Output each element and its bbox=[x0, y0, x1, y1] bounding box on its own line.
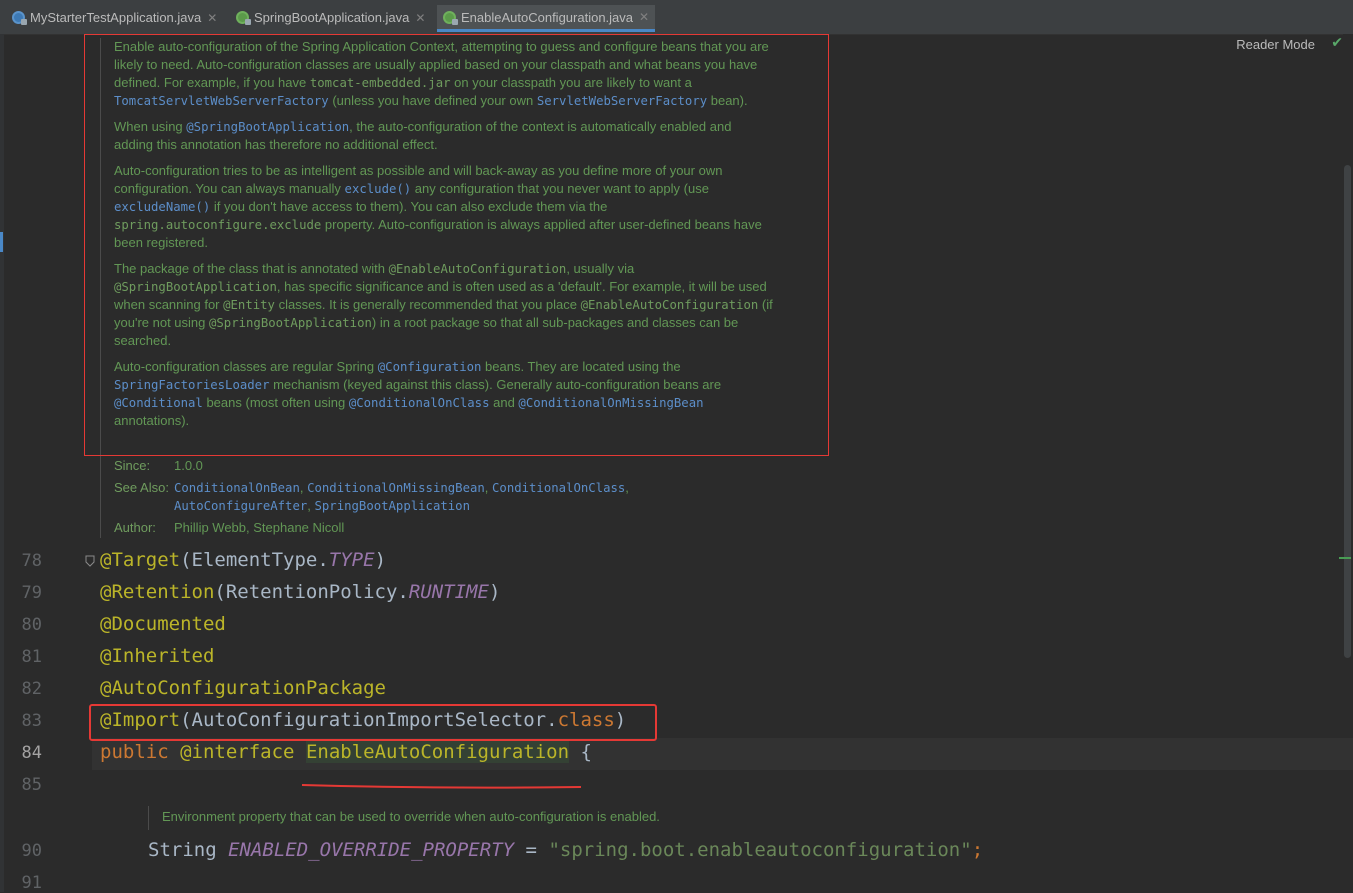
field-javadoc: Environment property that can be used to… bbox=[162, 809, 660, 824]
code-line-90[interactable]: String ENABLED_OVERRIDE_PROPERTY = "spri… bbox=[148, 839, 983, 861]
code-line-80[interactable]: @Documented bbox=[100, 613, 226, 635]
change-marker bbox=[1339, 557, 1351, 559]
tab-label: MyStarterTestApplication.java bbox=[30, 10, 202, 25]
tab-mystartertestapplication[interactable]: MyStarterTestApplication.java ✕ bbox=[12, 5, 217, 30]
line-number: 90 bbox=[21, 841, 42, 861]
doc-author: Author: Phillip Webb, Stephane Nicoll bbox=[114, 520, 345, 535]
link-conditionalonmissingbean[interactable]: ConditionalOnMissingBean bbox=[307, 481, 485, 495]
reader-mode-toggle[interactable]: Reader Mode bbox=[1236, 37, 1315, 52]
link-autoconfigureafter[interactable]: AutoConfigureAfter bbox=[174, 499, 307, 513]
editor-tab-bar: MyStarterTestApplication.java ✕ SpringBo… bbox=[0, 0, 1353, 35]
code-line-82[interactable]: @AutoConfigurationPackage bbox=[100, 677, 386, 699]
line-number: 83 bbox=[21, 711, 42, 731]
code-line-84[interactable]: public @interface EnableAutoConfiguratio… bbox=[100, 741, 592, 763]
left-tool-strip bbox=[0, 34, 4, 892]
highlight-box-doc bbox=[84, 34, 829, 456]
code-line-79[interactable]: @Retention(RetentionPolicy.RUNTIME) bbox=[100, 581, 500, 603]
code-line-78[interactable]: @Target(ElementType.TYPE) bbox=[100, 549, 386, 571]
doc-gutter-line bbox=[148, 806, 149, 830]
line-number: 79 bbox=[21, 583, 42, 603]
fold-icon[interactable] bbox=[85, 555, 95, 567]
code-line-81[interactable]: @Inherited bbox=[100, 645, 214, 667]
line-number: 91 bbox=[21, 873, 42, 893]
check-icon: ✔ bbox=[1331, 35, 1343, 51]
link-springbootapplication[interactable]: SpringBootApplication bbox=[315, 499, 470, 513]
line-number: 81 bbox=[21, 647, 42, 667]
link-conditionalonbean[interactable]: ConditionalOnBean bbox=[174, 481, 300, 495]
close-icon[interactable]: ✕ bbox=[415, 11, 425, 25]
tab-label: EnableAutoConfiguration.java bbox=[461, 9, 634, 25]
annotation-icon bbox=[236, 11, 251, 25]
doc-see-also: See Also: ConditionalOnBean, ConditionalO… bbox=[114, 480, 629, 495]
link-conditionalonclass[interactable]: ConditionalOnClass bbox=[492, 481, 625, 495]
close-icon[interactable]: ✕ bbox=[207, 11, 217, 25]
tab-springbootapplication[interactable]: SpringBootApplication.java ✕ bbox=[236, 5, 425, 30]
highlight-box-import bbox=[89, 704, 657, 741]
red-underline-annotation bbox=[301, 784, 582, 789]
tab-enableautoconfiguration[interactable]: EnableAutoConfiguration.java ✕ bbox=[437, 5, 656, 32]
java-class-icon bbox=[12, 11, 27, 25]
annotation-icon bbox=[443, 10, 458, 25]
doc-see-also-cont: AutoConfigureAfter, SpringBootApplicatio… bbox=[174, 498, 470, 513]
line-number: 80 bbox=[21, 615, 42, 635]
line-number: 78 bbox=[21, 551, 42, 571]
bookmark-marker bbox=[0, 232, 3, 252]
line-number: 84 bbox=[21, 743, 42, 763]
close-icon[interactable]: ✕ bbox=[639, 10, 649, 24]
scrollbar-thumb[interactable] bbox=[1344, 165, 1351, 658]
doc-since: Since: 1.0.0 bbox=[114, 458, 203, 473]
line-number: 85 bbox=[21, 775, 42, 795]
tab-label: SpringBootApplication.java bbox=[254, 10, 410, 25]
line-number: 82 bbox=[21, 679, 42, 699]
